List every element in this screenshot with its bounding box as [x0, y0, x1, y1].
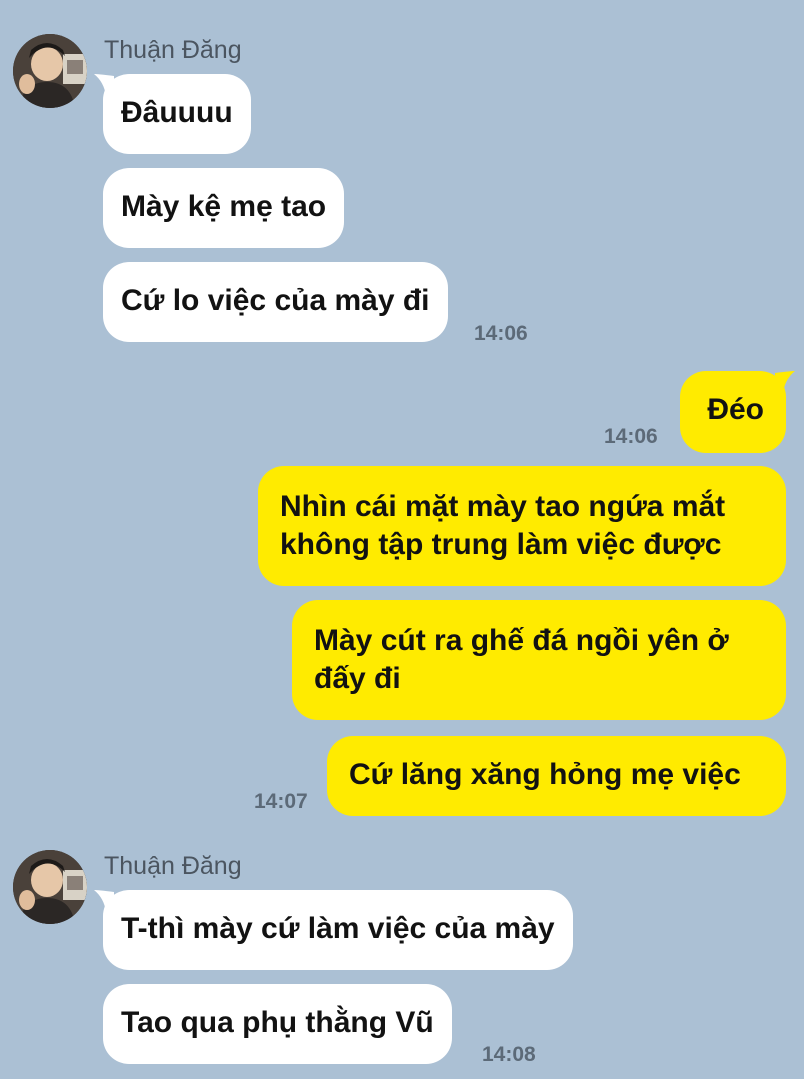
message-bubble[interactable]: Đéo: [680, 371, 786, 453]
avatar[interactable]: [13, 850, 87, 924]
message-bubble[interactable]: Đâuuuu: [103, 74, 251, 154]
message-bubble[interactable]: Mày kệ mẹ tao: [103, 168, 345, 248]
message-timestamp: 14:06: [474, 322, 528, 345]
message-timestamp: 14:06: [604, 425, 658, 448]
avatar-photo-icon: [13, 34, 87, 108]
sender-name: Thuận Đăng: [104, 36, 242, 64]
avatar-photo-icon: [13, 850, 87, 924]
message-timestamp: 14:07: [254, 790, 308, 813]
message-bubble[interactable]: Mày cút ra ghế đá ngồi yên ở đấy đi: [292, 600, 786, 720]
message-bubble[interactable]: Tao qua phụ thằng Vũ: [103, 984, 452, 1064]
message-bubble[interactable]: Nhìn cái mặt mày tao ngứa mắt không tập …: [258, 466, 786, 586]
avatar[interactable]: [13, 34, 87, 108]
sender-name: Thuận Đăng: [104, 852, 242, 880]
message-bubble[interactable]: T-thì mày cứ làm việc của mày: [103, 890, 573, 970]
message-timestamp: 14:08: [482, 1043, 536, 1066]
message-bubble[interactable]: Cứ lo việc của mày đi: [103, 262, 448, 342]
message-bubble[interactable]: Cứ lăng xăng hỏng mẹ việc: [327, 736, 786, 816]
